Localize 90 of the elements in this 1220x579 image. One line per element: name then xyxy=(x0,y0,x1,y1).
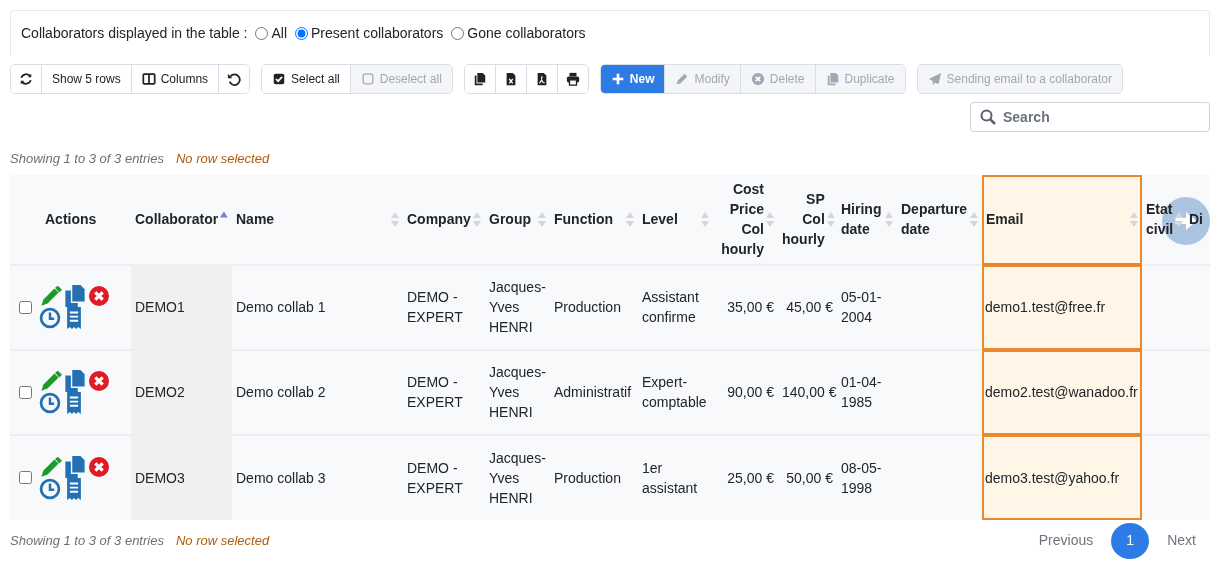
email-link[interactable]: demo1.test@free.fr xyxy=(985,299,1106,315)
table-cell: 25,00 € xyxy=(727,469,774,486)
table-cell: Jacques-Yves HENRI xyxy=(489,449,546,506)
print-button[interactable] xyxy=(556,65,588,93)
table-cell: Administratif xyxy=(554,384,632,400)
row-checkbox[interactable] xyxy=(19,385,32,399)
table-cell: DEMO2 xyxy=(135,384,185,400)
column-header: Level xyxy=(642,210,678,229)
table-cell: DEMO - EXPERT xyxy=(407,459,463,496)
radio-label[interactable]: Present collaborators xyxy=(311,23,444,44)
undo-button[interactable] xyxy=(218,65,250,93)
column-header: Actions xyxy=(45,210,97,229)
table-cell: 01-04-1985 xyxy=(841,374,882,410)
column-header: Collaborator xyxy=(135,210,219,229)
paper-plane-icon xyxy=(927,72,942,86)
copy-icon[interactable] xyxy=(64,285,86,307)
column-header: Email xyxy=(986,210,1024,229)
radio-button[interactable] xyxy=(451,27,465,40)
radio-button[interactable] xyxy=(295,27,309,40)
table-cell: 05-01-2004 xyxy=(841,289,882,325)
copy-icon xyxy=(472,72,487,86)
pagination-button[interactable]: 1 xyxy=(1111,522,1150,559)
table-cell: Jacques-Yves HENRI xyxy=(489,279,546,335)
table-cell: 45,00 € xyxy=(786,299,833,315)
print-icon xyxy=(565,72,580,86)
table-cell: 08-05-1998 xyxy=(841,459,882,496)
radio-label[interactable]: Gone collaborators xyxy=(467,23,586,44)
table-cell: 140,00 € xyxy=(782,384,837,400)
column-header: SP Col hourly xyxy=(782,190,825,249)
column-header: Hiring date xyxy=(841,200,883,239)
delete-icon[interactable] xyxy=(88,370,110,392)
table-cell: 90,00 € xyxy=(727,384,774,400)
pencil-icon xyxy=(675,72,690,86)
delete-icon[interactable] xyxy=(88,455,110,478)
radio-button[interactable] xyxy=(255,27,269,40)
column-header: Departure date xyxy=(901,200,968,239)
column-header: Group xyxy=(489,210,531,229)
table-cell: Production xyxy=(554,469,621,486)
table-cell: Jacques-Yves HENRI xyxy=(489,364,546,420)
pencil-icon[interactable] xyxy=(40,370,62,392)
column-header: Cost Price Col hourly xyxy=(720,180,764,259)
column-header: Etat civil xyxy=(1146,200,1174,239)
column-header: Function xyxy=(554,210,614,229)
plus-icon xyxy=(610,72,625,86)
radio-label[interactable]: All xyxy=(271,23,288,44)
row-checkbox[interactable] xyxy=(19,300,32,314)
row-checkbox[interactable] xyxy=(19,471,32,484)
selection-info: No row selected xyxy=(175,532,270,548)
pencil-icon[interactable] xyxy=(40,285,62,307)
table-cell: 50,00 € xyxy=(786,469,833,486)
table-cell: Demo collab 1 xyxy=(236,299,326,315)
table-cell: Expert-comptable xyxy=(642,374,707,410)
sort-ascending-icon[interactable] xyxy=(220,210,228,218)
checkbox-icon xyxy=(360,72,375,86)
delete-icon[interactable] xyxy=(88,285,110,307)
entries-info: Showing 1 to 3 of 3 entries xyxy=(10,532,164,548)
column-header: Company xyxy=(407,210,471,229)
toolbar-button[interactable]: New xyxy=(600,65,665,93)
selection-info: No row selected xyxy=(175,151,270,166)
table-cell: Demo collab 3 xyxy=(236,469,326,486)
table-cell: DEMO3 xyxy=(135,469,185,486)
column-header: Di xyxy=(1189,210,1203,229)
table-cell: DEMO - EXPERT xyxy=(407,289,463,325)
copy-icon[interactable] xyxy=(64,370,86,392)
clock-icon[interactable] xyxy=(39,307,61,329)
pencil-icon[interactable] xyxy=(40,455,62,478)
table-cell: Assistant confirme xyxy=(642,289,699,325)
email-link[interactable]: demo2.test@wanadoo.fr xyxy=(985,384,1138,400)
clock-icon[interactable] xyxy=(39,392,61,414)
checkbox-icon xyxy=(272,72,287,86)
copy-icon xyxy=(825,72,840,86)
table-cell: Production xyxy=(554,299,621,315)
filter-label: Collaborators displayed in the table : xyxy=(21,24,248,43)
pagination-button[interactable]: Previous xyxy=(1024,522,1108,559)
clock-icon[interactable] xyxy=(39,477,61,500)
refresh-icon xyxy=(19,72,33,86)
email-link[interactable]: demo3.test@yahoo.fr xyxy=(985,469,1120,486)
columns-icon xyxy=(141,72,156,86)
table-cell: DEMO - EXPERT xyxy=(407,374,463,410)
table-cell: 35,00 € xyxy=(727,299,774,315)
search-field[interactable]: Search xyxy=(970,102,1210,132)
pagination-button[interactable]: Next xyxy=(1153,522,1210,559)
column-header: Name xyxy=(236,210,275,229)
undo-icon xyxy=(227,72,242,86)
table-cell: 1er assistant xyxy=(642,459,698,496)
copy-icon[interactable] xyxy=(64,455,86,478)
delete-icon xyxy=(750,72,765,86)
entries-info: Showing 1 to 3 of 3 entries xyxy=(10,151,164,166)
table-cell: Demo collab 2 xyxy=(236,384,326,400)
table-cell: DEMO1 xyxy=(135,299,185,315)
